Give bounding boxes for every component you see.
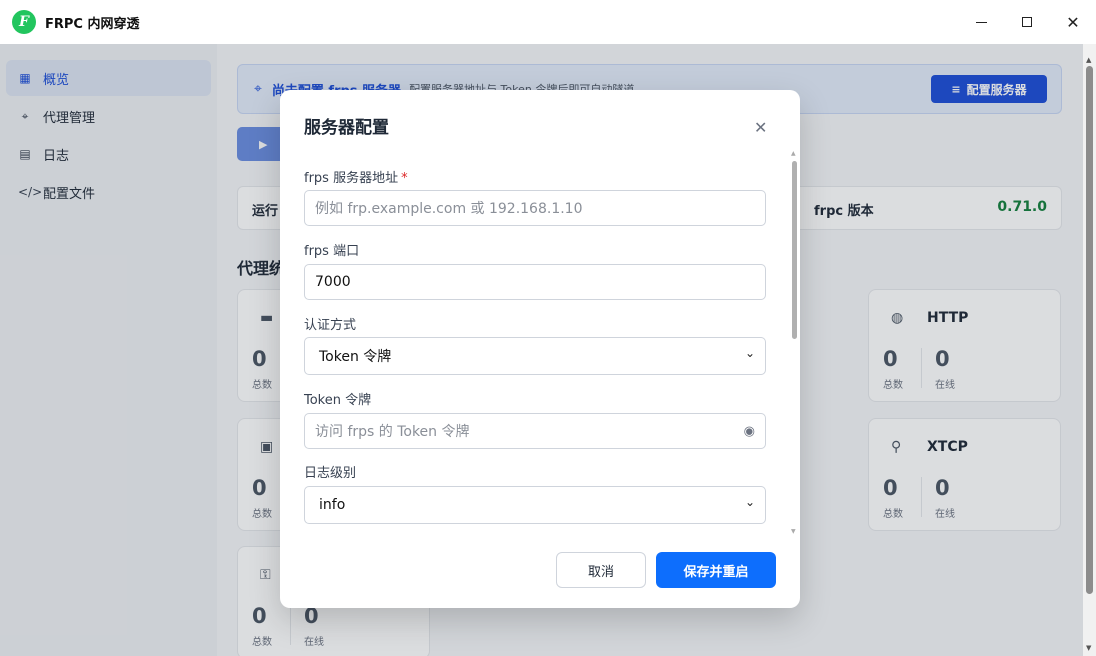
- title-bar: F FRPC 内网穿透 ✕: [0, 0, 1096, 44]
- log-level-value: info: [319, 497, 346, 513]
- server-address-input[interactable]: 例如 frp.example.com 或 192.168.1.10: [304, 190, 766, 226]
- minimize-button[interactable]: [958, 0, 1004, 44]
- scroll-down-icon[interactable]: ▼: [1086, 644, 1091, 652]
- required-marker: *: [401, 171, 408, 186]
- app-logo-icon: F: [12, 10, 36, 34]
- maximize-button[interactable]: [1004, 0, 1050, 44]
- close-dialog-icon[interactable]: ✕: [754, 118, 767, 137]
- dialog-scrollbar-thumb[interactable]: [792, 161, 797, 339]
- server-address-label-text: frps 服务器地址: [304, 171, 399, 186]
- auth-method-value: Token 令牌: [319, 349, 392, 365]
- port-value: 7000: [315, 274, 351, 290]
- server-config-dialog: 服务器配置 ✕ frps 服务器地址 * 例如 frp.example.com 或…: [280, 90, 800, 608]
- chevron-down-icon: ⌄: [744, 495, 755, 509]
- auth-method-select[interactable]: Token 令牌 ⌄: [304, 337, 766, 375]
- window-controls: ✕: [958, 0, 1096, 44]
- close-icon: ✕: [1066, 12, 1080, 32]
- log-level-select[interactable]: info ⌄: [304, 486, 766, 524]
- window-title: FRPC 内网穿透: [45, 16, 140, 32]
- save-and-restart-button[interactable]: 保存并重启: [656, 552, 776, 588]
- server-address-placeholder: 例如 frp.example.com 或 192.168.1.10: [315, 201, 583, 217]
- close-window-button[interactable]: ✕: [1050, 0, 1096, 44]
- chevron-down-icon: ⌄: [744, 346, 755, 360]
- scrollbar-thumb[interactable]: [1086, 66, 1093, 594]
- scroll-down-icon[interactable]: ▼: [791, 528, 796, 535]
- token-label: Token 令牌: [304, 393, 372, 408]
- minimize-icon: [975, 21, 987, 23]
- cancel-button[interactable]: 取消: [556, 552, 646, 588]
- scroll-up-icon[interactable]: ▲: [791, 150, 796, 157]
- token-input[interactable]: 访问 frps 的 Token 令牌 ◉: [304, 413, 766, 449]
- token-placeholder: 访问 frps 的 Token 令牌: [315, 424, 470, 440]
- server-address-label: frps 服务器地址 *: [304, 167, 408, 186]
- port-input[interactable]: 7000: [304, 264, 766, 300]
- maximize-icon: [1022, 17, 1032, 27]
- eye-icon[interactable]: ◉: [744, 424, 755, 439]
- log-level-label: 日志级别: [304, 466, 357, 481]
- dialog-title: 服务器配置: [304, 118, 389, 138]
- dialog-scrollbar[interactable]: ▲ ▼: [791, 150, 799, 540]
- port-label: frps 端口: [304, 244, 360, 259]
- page-scrollbar[interactable]: ▲ ▼: [1083, 44, 1096, 656]
- scroll-up-icon[interactable]: ▲: [1086, 56, 1091, 64]
- auth-method-label: 认证方式: [304, 318, 357, 333]
